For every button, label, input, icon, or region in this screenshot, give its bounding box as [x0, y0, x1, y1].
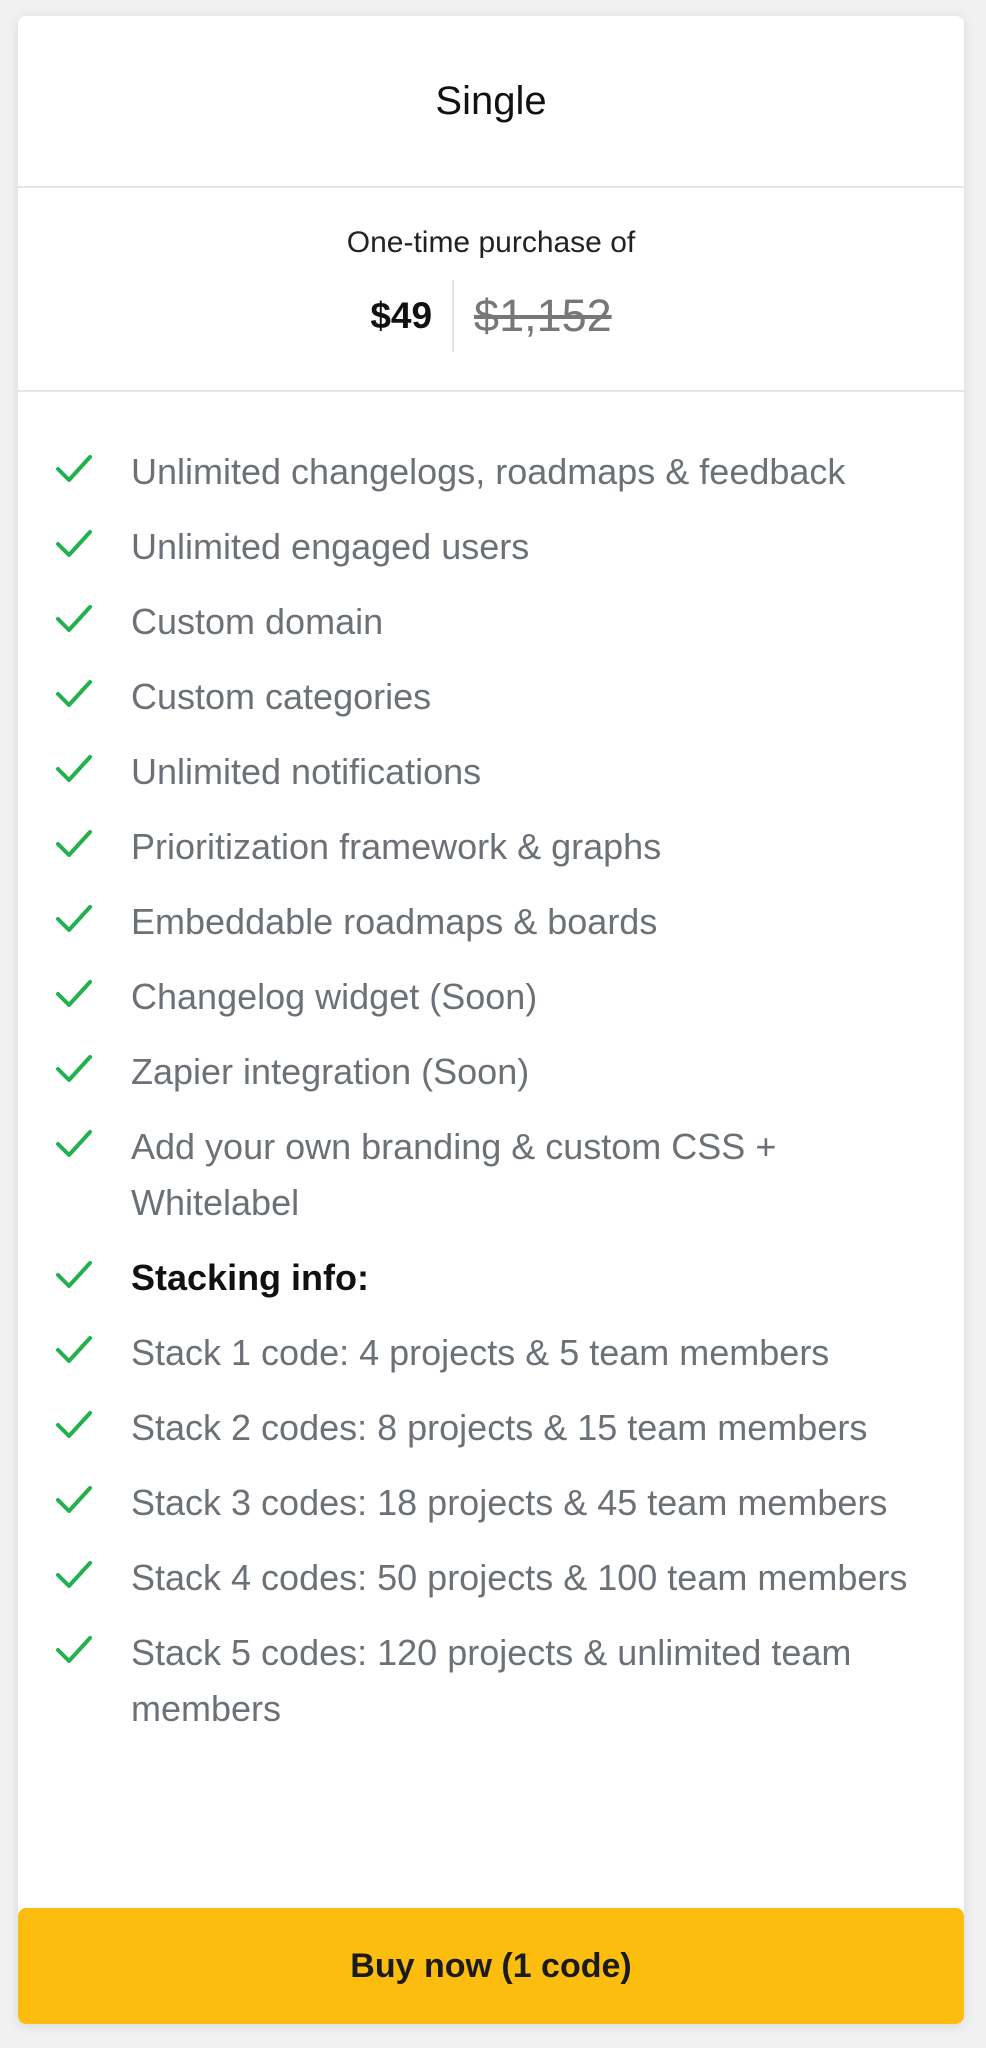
price-row: $49 $1,152 — [370, 280, 612, 352]
feature-text: Stacking info: — [131, 1257, 370, 1298]
feature-text: Stack 1 code: 4 projects & 5 team member… — [131, 1332, 830, 1373]
feature-item: Stack 3 codes: 18 projects & 45 team mem… — [18, 1475, 964, 1531]
feature-item: Stack 1 code: 4 projects & 5 team member… — [18, 1325, 964, 1381]
check-icon — [54, 1250, 110, 1296]
price-section: One-time purchase of $49 $1,152 — [18, 188, 964, 392]
feature-item: Unlimited notifications — [18, 744, 964, 800]
check-icon — [54, 1044, 110, 1090]
feature-text: Embeddable roadmaps & boards — [131, 901, 658, 942]
feature-item: Add your own branding & custom CSS + Whi… — [18, 1119, 964, 1231]
check-icon — [54, 969, 110, 1015]
feature-text: Changelog widget (Soon) — [131, 976, 538, 1017]
feature-text: Unlimited changelogs, roadmaps & feedbac… — [131, 451, 846, 492]
feature-text: Stack 2 codes: 8 projects & 15 team memb… — [131, 1407, 868, 1448]
feature-text: Stack 4 codes: 50 projects & 100 team me… — [131, 1557, 908, 1598]
feature-text: Prioritization framework & graphs — [131, 826, 662, 867]
check-icon — [54, 1475, 110, 1521]
feature-text: Unlimited notifications — [131, 751, 482, 792]
feature-item: Prioritization framework & graphs — [18, 819, 964, 875]
feature-item: Stack 5 codes: 120 projects & unlimited … — [18, 1625, 964, 1737]
check-icon — [54, 894, 110, 940]
feature-item: Embeddable roadmaps & boards — [18, 894, 964, 950]
feature-item: Zapier integration (Soon) — [18, 1044, 964, 1100]
check-icon — [54, 1400, 110, 1446]
feature-list: Unlimited changelogs, roadmaps & feedbac… — [18, 392, 964, 1737]
buy-now-button[interactable]: Buy now (1 code) — [18, 1908, 964, 2024]
price-caption: One-time purchase of — [346, 226, 636, 259]
feature-item: Custom categories — [18, 669, 964, 725]
feature-text: Custom domain — [131, 601, 384, 642]
check-icon — [54, 1325, 110, 1371]
original-price: $1,152 — [474, 290, 612, 341]
check-icon — [54, 1119, 110, 1165]
feature-text: Zapier integration (Soon) — [131, 1051, 530, 1092]
check-icon — [54, 1625, 110, 1671]
feature-text: Stack 3 codes: 18 projects & 45 team mem… — [131, 1482, 888, 1523]
plan-header: Single — [18, 16, 964, 188]
feature-item: Unlimited engaged users — [18, 519, 964, 575]
plan-title: Single — [435, 78, 547, 123]
feature-item: Unlimited changelogs, roadmaps & feedbac… — [18, 444, 964, 500]
feature-item: Stack 2 codes: 8 projects & 15 team memb… — [18, 1400, 964, 1456]
check-icon — [54, 1550, 110, 1596]
price-divider — [452, 280, 455, 352]
feature-text: Add your own branding & custom CSS + Whi… — [131, 1126, 777, 1223]
current-price: $49 — [370, 295, 433, 336]
feature-item: Stacking info: — [18, 1250, 964, 1306]
feature-text: Stack 5 codes: 120 projects & unlimited … — [131, 1632, 852, 1729]
pricing-card: Single One-time purchase of $49 $1,152 U… — [18, 16, 964, 2024]
feature-text: Unlimited engaged users — [131, 526, 530, 567]
feature-item: Custom domain — [18, 594, 964, 650]
check-icon — [54, 594, 110, 640]
check-icon — [54, 519, 110, 565]
feature-text: Custom categories — [131, 676, 432, 717]
check-icon — [54, 669, 110, 715]
feature-item: Stack 4 codes: 50 projects & 100 team me… — [18, 1550, 964, 1606]
check-icon — [54, 819, 110, 865]
feature-item: Changelog widget (Soon) — [18, 969, 964, 1025]
check-icon — [54, 444, 110, 490]
check-icon — [54, 744, 110, 790]
